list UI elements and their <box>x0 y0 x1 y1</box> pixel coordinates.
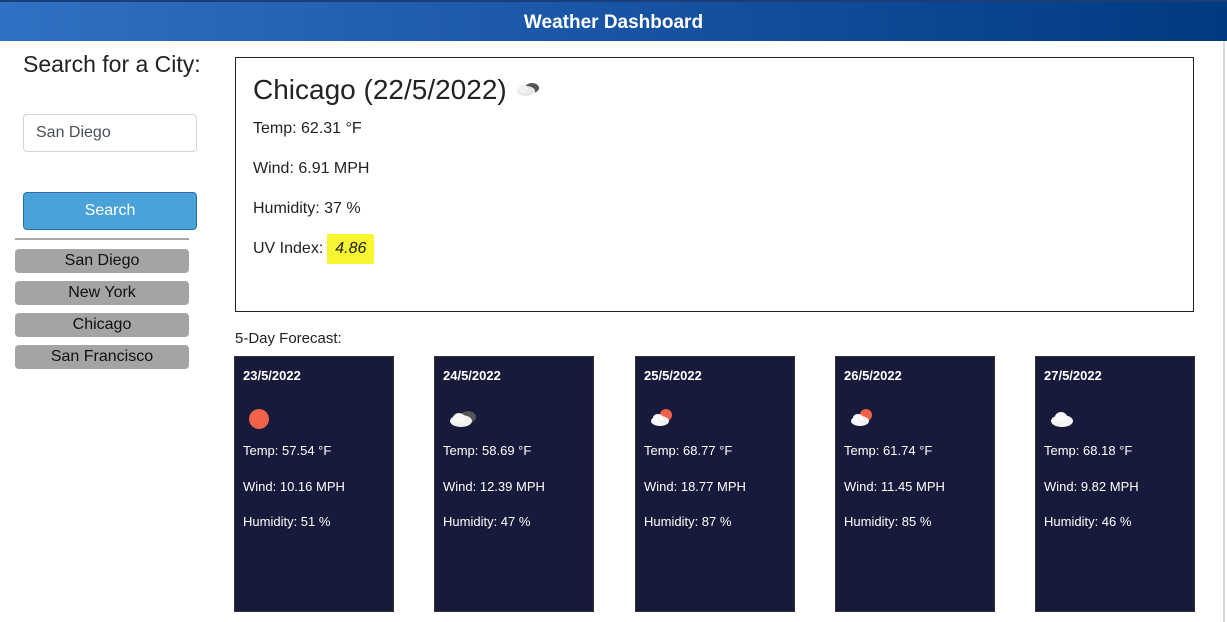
current-city-title: Chicago (22/5/2022) <box>253 74 543 108</box>
forecast-wind: Wind: 10.16 MPH <box>243 479 345 494</box>
forecast-card: 23/5/2022 Temp: 57.54 °F Wind: 10.16 MPH… <box>234 356 394 612</box>
uv-index-badge: 4.86 <box>327 234 375 264</box>
forecast-humidity: Humidity: 47 % <box>443 514 531 529</box>
search-history: San Diego New York Chicago San Francisco <box>15 249 189 377</box>
history-item-san-diego[interactable]: San Diego <box>15 249 189 273</box>
forecast-temp: Temp: 61.74 °F <box>844 443 933 458</box>
forecast-card: 25/5/2022 Temp: 68.77 °F Wind: 18.77 MPH… <box>635 356 795 612</box>
forecast-temp: Temp: 57.54 °F <box>243 443 332 458</box>
page-title: Weather Dashboard <box>523 12 704 33</box>
sidebar-divider <box>15 238 189 240</box>
history-item-san-francisco[interactable]: San Francisco <box>15 345 189 369</box>
uv-label: UV Index: <box>253 240 324 257</box>
page-header: Weather Dashboard <box>0 0 1227 41</box>
city-search-input[interactable] <box>23 114 197 152</box>
forecast-wind: Wind: 12.39 MPH <box>443 479 545 494</box>
history-item-chicago[interactable]: Chicago <box>15 313 189 337</box>
forecast-wind: Wind: 11.45 MPH <box>844 479 945 494</box>
forecast-temp: Temp: 68.18 °F <box>1044 443 1133 458</box>
forecast-date: 25/5/2022 <box>644 368 702 383</box>
forecast-wind: Wind: 9.82 MPH <box>1044 479 1139 494</box>
current-weather-panel: Chicago (22/5/2022) Temp: 62.31 °F Wind:… <box>235 57 1194 312</box>
search-heading: Search for a City: <box>23 51 201 77</box>
search-button[interactable]: Search <box>23 192 197 230</box>
current-city-name: Chicago (22/5/2022) <box>253 74 507 105</box>
history-item-new-york[interactable]: New York <box>15 281 189 305</box>
cloud-icon <box>1048 407 1076 432</box>
sun-cloud-icon <box>648 407 676 432</box>
forecast-card: 24/5/2022 Temp: 58.69 °F Wind: 12.39 MPH… <box>434 356 594 612</box>
forecast-heading: 5-Day Forecast: <box>235 330 342 347</box>
current-wind: Wind: 6.91 MPH <box>253 160 370 177</box>
forecast-card: 27/5/2022 Temp: 68.18 °F Wind: 9.82 MPH … <box>1035 356 1195 612</box>
forecast-temp: Temp: 68.77 °F <box>644 443 733 458</box>
current-uv: UV Index: 4.86 <box>253 234 375 264</box>
clouds-icon <box>513 76 543 108</box>
sun-icon <box>247 407 271 434</box>
current-temp: Temp: 62.31 °F <box>253 120 362 137</box>
forecast-date: 27/5/2022 <box>1044 368 1102 383</box>
forecast-date: 24/5/2022 <box>443 368 501 383</box>
page-edge-divider <box>1223 41 1225 622</box>
forecast-humidity: Humidity: 51 % <box>243 514 331 529</box>
current-humidity: Humidity: 37 % <box>253 200 361 217</box>
forecast-humidity: Humidity: 85 % <box>844 514 932 529</box>
forecast-humidity: Humidity: 87 % <box>644 514 732 529</box>
sidebar: Search for a City: Search San Diego New … <box>0 41 210 622</box>
forecast-wind: Wind: 18.77 MPH <box>644 479 746 494</box>
forecast-temp: Temp: 58.69 °F <box>443 443 532 458</box>
clouds-icon <box>447 407 479 434</box>
forecast-date: 26/5/2022 <box>844 368 902 383</box>
forecast-humidity: Humidity: 46 % <box>1044 514 1132 529</box>
forecast-card: 26/5/2022 Temp: 61.74 °F Wind: 11.45 MPH… <box>835 356 995 612</box>
forecast-date: 23/5/2022 <box>243 368 301 383</box>
sun-cloud-icon <box>848 407 876 432</box>
